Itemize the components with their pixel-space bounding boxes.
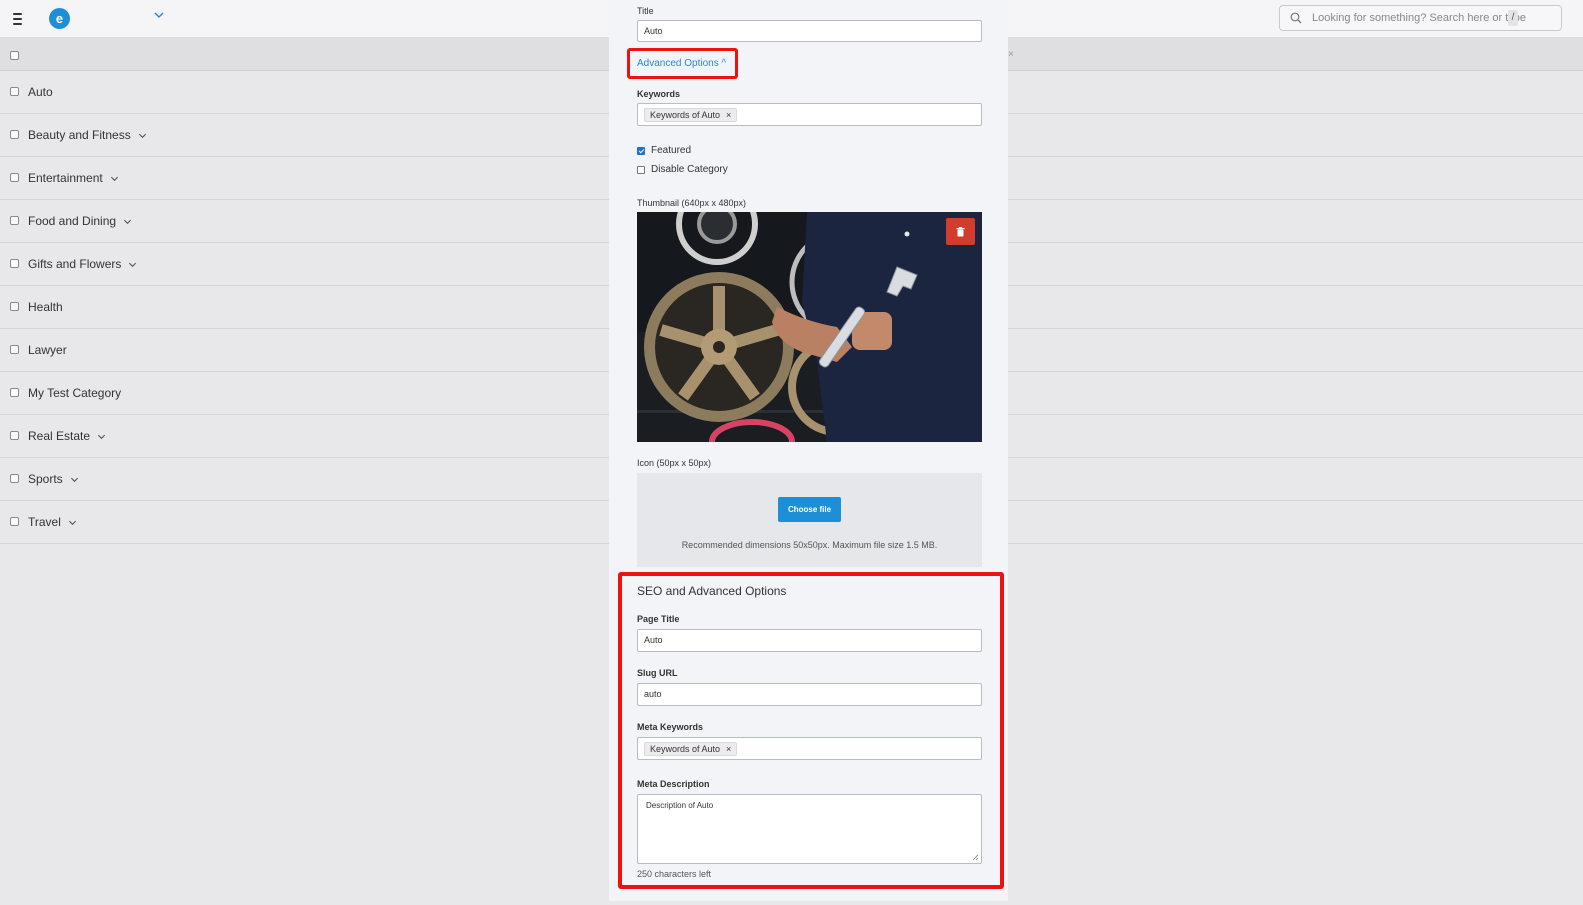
row-checkbox[interactable] — [10, 517, 19, 526]
disable-category-checkbox[interactable] — [637, 165, 645, 174]
keywords-label: Keywords — [637, 89, 681, 99]
chevron-down-icon[interactable] — [97, 432, 106, 441]
row-checkbox[interactable] — [10, 216, 19, 225]
select-all-checkbox[interactable] — [10, 51, 19, 60]
seo-section-heading: SEO and Advanced Options — [637, 584, 787, 598]
dropzone-note: Recommended dimensions 50x50px. Maximum … — [681, 540, 938, 550]
thumbnail-label: Thumbnail (640px x 480px) — [637, 198, 747, 208]
category-name[interactable]: Beauty and Fitness — [28, 128, 147, 142]
meta-description-label: Meta Description — [637, 779, 710, 789]
meta-keyword-tag: Keywords of Auto × — [644, 742, 738, 756]
category-label: Food and Dining — [28, 214, 117, 228]
title-input[interactable]: Auto — [637, 20, 982, 42]
trash-icon — [956, 226, 965, 236]
chevron-down-icon[interactable] — [123, 217, 132, 226]
category-label: Gifts and Flowers — [28, 257, 122, 271]
search-placeholder: Looking for something? Search here or ty… — [1312, 12, 1527, 24]
delete-thumbnail-button[interactable] — [946, 218, 975, 245]
category-name[interactable]: Sports — [28, 472, 79, 486]
category-label: Beauty and Fitness — [28, 128, 131, 142]
category-label: Sports — [28, 472, 63, 486]
category-label: Auto — [28, 85, 53, 99]
category-name[interactable]: My Test Category — [28, 386, 121, 400]
resize-handle-icon[interactable] — [972, 854, 979, 861]
category-name[interactable]: Real Estate — [28, 429, 106, 443]
category-name[interactable]: Auto — [28, 85, 53, 99]
chevron-down-icon[interactable] — [110, 174, 119, 183]
row-checkbox[interactable] — [10, 388, 19, 397]
slug-url-label: Slug URL — [637, 668, 678, 678]
featured-label: Featured — [651, 145, 692, 156]
row-checkbox[interactable] — [10, 130, 19, 139]
row-checkbox[interactable] — [10, 431, 19, 440]
row-checkbox[interactable] — [10, 173, 19, 182]
category-label: Real Estate — [28, 429, 91, 443]
meta-keywords-input[interactable]: Keywords of Auto × — [637, 737, 982, 760]
category-label: Lawyer — [28, 343, 67, 357]
category-label: Entertainment — [28, 171, 103, 185]
meta-keywords-label: Meta Keywords — [637, 722, 704, 732]
row-checkbox[interactable] — [10, 345, 19, 354]
category-name[interactable]: Gifts and Flowers — [28, 257, 137, 271]
icon-label: Icon (50px x 50px) — [637, 458, 712, 468]
header-close-icon: × — [1008, 49, 1014, 60]
hamburger-icon[interactable] — [13, 9, 27, 29]
row-checkbox[interactable] — [10, 259, 19, 268]
chevron-down-icon[interactable] — [128, 260, 137, 269]
page-title-label: Page Title — [637, 614, 680, 624]
meta-description-text: Description of Auto — [646, 801, 714, 810]
category-label: Health — [28, 300, 63, 314]
disable-category-label: Disable Category — [651, 164, 728, 175]
close-icon[interactable]: × — [726, 110, 731, 120]
choose-file-button[interactable]: Choose file — [778, 497, 841, 522]
category-name[interactable]: Lawyer — [28, 343, 67, 357]
chevron-down-icon[interactable] — [70, 475, 79, 484]
featured-option[interactable]: Featured — [637, 145, 691, 156]
title-label: Title — [637, 6, 654, 16]
keyword-tag: Keywords of Auto × — [644, 108, 738, 122]
advanced-options-toggle[interactable]: Advanced Options ^ — [637, 58, 726, 69]
category-name[interactable]: Food and Dining — [28, 214, 132, 228]
search-shortcut: / — [1508, 10, 1518, 26]
search-input[interactable]: Looking for something? Search here or ty… — [1279, 5, 1562, 31]
edit-category-panel: Title Auto Advanced Options ^ Keywords K… — [609, 0, 1008, 901]
slug-url-input[interactable]: auto — [637, 683, 982, 706]
logo-icon[interactable]: e — [49, 8, 70, 29]
chevron-down-icon[interactable] — [138, 131, 147, 140]
category-label: My Test Category — [28, 386, 122, 400]
chevron-down-icon[interactable] — [68, 518, 77, 527]
close-icon[interactable]: × — [726, 744, 731, 754]
meta-description-textarea[interactable]: Description of Auto — [637, 794, 982, 864]
row-checkbox[interactable] — [10, 302, 19, 311]
row-checkbox[interactable] — [10, 87, 19, 96]
characters-left-counter: 250 characters left — [637, 869, 712, 879]
chevron-down-icon[interactable] — [154, 10, 164, 20]
thumbnail-image — [637, 212, 982, 442]
category-name[interactable]: Health — [28, 300, 63, 314]
icon-dropzone[interactable]: Choose file Recommended dimensions 50x50… — [637, 473, 982, 567]
disable-category-option[interactable]: Disable Category — [637, 164, 728, 175]
category-label: Travel — [28, 515, 61, 529]
category-name[interactable]: Entertainment — [28, 171, 119, 185]
featured-checkbox[interactable] — [637, 146, 645, 155]
keywords-input[interactable]: Keywords of Auto × — [637, 103, 982, 126]
category-name[interactable]: Travel — [28, 515, 77, 529]
search-icon — [1290, 12, 1302, 24]
page-title-input[interactable]: Auto — [637, 629, 982, 652]
row-checkbox[interactable] — [10, 474, 19, 483]
